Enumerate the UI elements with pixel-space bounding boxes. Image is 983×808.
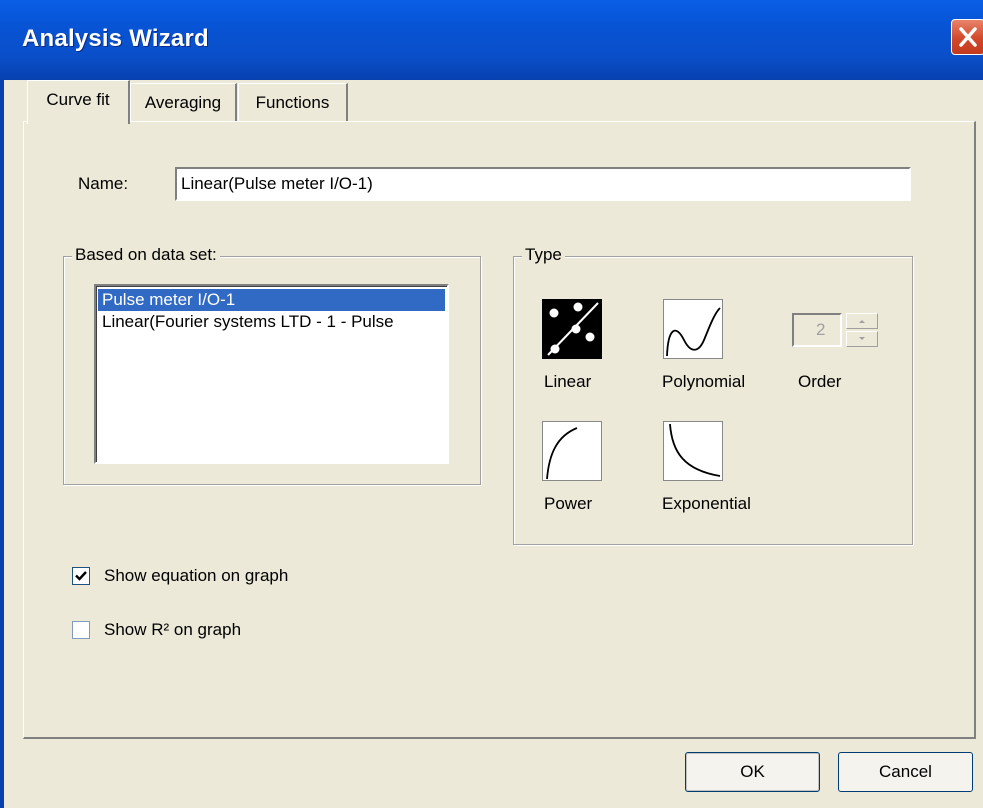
name-field[interactable] <box>175 167 911 201</box>
order-value: 2 <box>816 320 826 339</box>
order-down-button <box>846 331 878 347</box>
close-icon <box>959 27 977 47</box>
polynomial-fit-icon <box>666 307 721 357</box>
polynomial-type-button[interactable] <box>663 299 723 359</box>
window-title: Analysis Wizard <box>22 25 209 52</box>
power-label: Power <box>544 494 593 513</box>
up-arrow-icon <box>859 320 865 323</box>
linear-fit-icon <box>547 302 599 356</box>
show-equation-label[interactable]: Show equation on graph <box>104 566 288 586</box>
power-fit-icon <box>546 427 578 480</box>
list-item[interactable]: Pulse meter I/O-1 <box>98 289 445 311</box>
linear-label: Linear <box>544 372 592 391</box>
order-spinner <box>846 313 878 347</box>
list-item[interactable]: Linear(Fourier systems LTD - 1 - Pulse <box>98 311 445 333</box>
dataset-listbox[interactable]: Pulse meter I/O-1 Linear(Fourier systems… <box>94 284 449 464</box>
tab-averaging[interactable]: Averaging <box>130 83 237 121</box>
name-input[interactable] <box>177 169 909 199</box>
tab-functions[interactable]: Functions <box>238 83 348 121</box>
tab-averaging-label: Averaging <box>144 93 222 112</box>
order-spinner-field: 2 <box>792 313 842 347</box>
analysis-wizard-dialog: Analysis Wizard Curve fit Averaging Func… <box>0 0 983 808</box>
down-arrow-icon <box>859 337 865 340</box>
tab-curve-fit[interactable]: Curve fit <box>27 80 130 124</box>
tab-functions-label: Functions <box>255 93 330 112</box>
exponential-type-button[interactable] <box>663 421 723 481</box>
linear-type-button[interactable] <box>542 299 602 359</box>
ok-button[interactable]: OK <box>685 752 820 792</box>
polynomial-label: Polynomial <box>662 372 746 391</box>
title-bar[interactable]: Analysis Wizard <box>0 0 983 80</box>
tab-curve-fit-label: Curve fit <box>46 90 110 109</box>
power-type-button[interactable] <box>542 421 602 481</box>
dataset-group-label: Based on data set: <box>72 245 220 265</box>
show-r2-checkbox[interactable] <box>72 621 90 639</box>
checkmark-icon <box>75 571 87 581</box>
close-button[interactable] <box>951 19 983 55</box>
type-group-label: Type <box>522 245 565 265</box>
show-equation-checkbox[interactable] <box>72 567 90 585</box>
window-border <box>0 80 4 808</box>
exponential-label: Exponential <box>662 494 751 513</box>
show-r2-label[interactable]: Show R² on graph <box>104 620 241 640</box>
cancel-button[interactable]: Cancel <box>838 752 973 792</box>
order-label: Order <box>798 372 842 391</box>
order-up-button <box>846 313 878 329</box>
exponential-fit-icon <box>669 423 721 477</box>
name-label: Name: <box>78 174 129 193</box>
